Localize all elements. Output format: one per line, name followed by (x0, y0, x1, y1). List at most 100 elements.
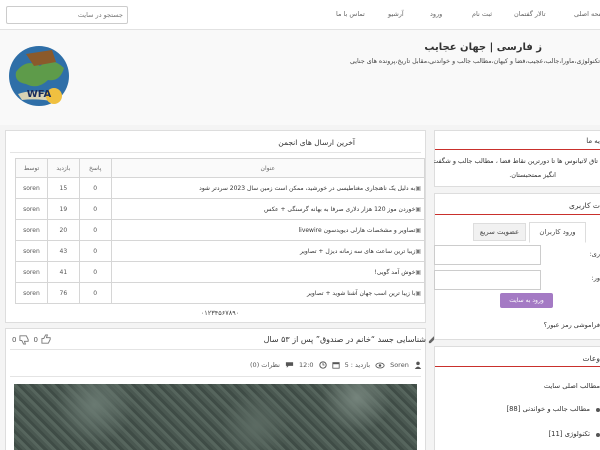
username-label: ری: (589, 250, 600, 258)
post-image[interactable] (14, 384, 417, 450)
table-row[interactable]: ▣ خوردن موز 120 هزار دلاری صرفا به بهانه… (15, 198, 426, 220)
clock-icon (318, 361, 327, 369)
column-header-views: بازدید (46, 158, 80, 178)
topic-icon: ▣ (415, 205, 421, 213)
topic-title-text[interactable]: با زیبا ترین اسب جهان آشنا شوید + تصاویر (307, 290, 415, 297)
category-item-main[interactable]: مطالب اصلی سایت (544, 382, 600, 390)
table-row[interactable]: ▣ خوش آمد گویی! 0 41 soren (15, 261, 426, 283)
site-tagline: تکنولوژی،ماورا،جالب،عجیب،فضا و کیهان،مطا… (350, 58, 600, 65)
column-header-title: عنوان (110, 158, 426, 178)
topic-title[interactable]: ▣ خوردن موز 120 هزار دلاری صرفا به بهانه… (110, 198, 426, 220)
post-title[interactable]: شناسایی جسد “خانم در صندوق” پس از ۵۳ سال (264, 335, 426, 344)
topic-title[interactable]: ▣ زیبا ترین ساعت های سه زمانه دیزل + تصا… (110, 240, 426, 262)
user-icon (414, 361, 422, 369)
site-header: WFA ز فارسی | جهان عجایب تکنولوژی،ماورا،… (0, 30, 600, 125)
topic-views: 76 (46, 282, 80, 304)
tab-register[interactable]: عضویت سریع (473, 223, 526, 241)
site-title[interactable]: ز فارسی | جهان عجایب (424, 42, 542, 53)
post-meta: نظرات (0) 12:0 بازدید : 5 Soren (250, 361, 422, 369)
top-navbar: تماس با ما آرشیو ورود ثبت نام تالار گفتم… (0, 0, 600, 30)
topic-title-text[interactable]: به دلیل یک ناهنجاری مغناطیسی در خورشید، … (199, 185, 415, 192)
pagination[interactable]: ۰۱۲۳۴۵۶۷۸۹۰ (15, 309, 425, 317)
thumbs-up-icon[interactable] (41, 334, 52, 345)
topic-views: 19 (46, 198, 80, 220)
category-item-technology[interactable]: تکنولوژی [11] (548, 430, 590, 438)
username-field[interactable] (434, 245, 541, 265)
nav-contact[interactable]: تماس با ما (336, 10, 365, 18)
post-time: 12:0 (298, 361, 314, 369)
logo-text: WFA (27, 89, 52, 100)
nav-forum[interactable]: تالار گفتمان (514, 10, 546, 18)
topic-author[interactable]: soren (15, 282, 48, 304)
eye-icon (375, 362, 385, 368)
search-box[interactable] (6, 6, 128, 24)
divider (10, 349, 421, 350)
bullet-icon (596, 433, 600, 437)
nav-login[interactable]: ورود (430, 10, 442, 18)
nav-archive[interactable]: آرشیو (388, 10, 404, 18)
topic-title[interactable]: ▣ خوش آمد گویی! (110, 261, 426, 283)
topic-replies: 0 (78, 282, 112, 304)
topic-replies: 0 (78, 198, 112, 220)
topic-title[interactable]: ▣ به دلیل یک ناهنجاری مغناطیسی در خورشید… (110, 177, 426, 199)
topic-replies: 0 (78, 240, 112, 262)
topic-author[interactable]: soren (15, 177, 48, 199)
title-underline (435, 366, 600, 367)
nav-home[interactable]: صفحه اصلی (574, 10, 600, 18)
site-logo[interactable]: WFA (4, 36, 74, 118)
topic-icon: ▣ (415, 247, 421, 255)
topic-title-text[interactable]: زیبا ترین ساعت های سه زمانه دیزل + تصاوی… (300, 248, 415, 255)
post-author[interactable]: Soren (390, 361, 409, 369)
divider (10, 376, 421, 377)
topic-title[interactable]: ▣ با زیبا ترین اسب جهان آشنا شوید + تصاو… (110, 282, 426, 304)
table-row[interactable]: ▣ به دلیل یک ناهنجاری مغناطیسی در خورشید… (15, 177, 426, 199)
table-header-row: عنوان پاسخ بازدید توسط (15, 158, 426, 178)
forgot-password-link[interactable]: فراموشی رمز عبور؟ (544, 321, 600, 329)
column-header-replies: پاسخ (78, 158, 112, 178)
user-account-box (434, 193, 600, 340)
topic-views: 20 (46, 219, 80, 241)
topic-views: 41 (46, 261, 80, 283)
tab-login[interactable]: ورود کاربران (529, 222, 586, 243)
user-account-title: ت کاربری (568, 201, 600, 210)
topic-views: 43 (46, 240, 80, 262)
post-rating: 0 0 (12, 334, 52, 345)
dislike-count: 0 (12, 335, 17, 344)
topic-author[interactable]: soren (15, 261, 48, 283)
topic-author[interactable]: soren (15, 240, 48, 262)
comments-icon (285, 362, 294, 368)
topic-title-text[interactable]: خوردن موز 120 هزار دلاری صرفا به بهانه گ… (264, 206, 415, 213)
table-row[interactable]: ▣ زیبا ترین ساعت های سه زمانه دیزل + تصا… (15, 240, 426, 262)
comments-count[interactable]: نظرات (0) (250, 361, 280, 369)
topic-author[interactable]: soren (15, 219, 48, 241)
divider (10, 152, 421, 153)
thumbs-down-icon[interactable] (19, 334, 30, 345)
about-text-line-2: انگیز ممتحبستان. (509, 171, 556, 179)
categories-title: وعات (582, 354, 600, 363)
bullet-icon (596, 408, 600, 412)
table-row[interactable]: ▣ تصاویر و مشخصات هارلی دیویدسون livewir… (15, 219, 426, 241)
title-underline (435, 149, 600, 150)
about-text-line-1: تاق لاتیانوس ها تا دورترین نقاط فضا ، مط… (434, 157, 598, 165)
nav-register[interactable]: ثبت نام (472, 10, 492, 18)
forum-panel-title: آخرین ارسال های انجمن (278, 138, 355, 147)
title-underline (435, 214, 600, 215)
topic-replies: 0 (78, 177, 112, 199)
topic-icon: ▣ (415, 268, 421, 276)
topic-icon: ▣ (415, 226, 421, 234)
post-views: بازدید : 5 (344, 361, 371, 369)
password-label: ور: (591, 274, 600, 282)
topic-icon: ▣ (415, 289, 421, 297)
password-field[interactable] (434, 270, 541, 290)
table-row[interactable]: ▣ با زیبا ترین اسب جهان آشنا شوید + تصاو… (15, 282, 426, 304)
login-button[interactable]: ورود به سایت (500, 293, 553, 308)
forum-table: عنوان پاسخ بازدید توسط ▣ به دلیل یک ناهن… (15, 158, 426, 304)
topic-title-text[interactable]: تصاویر و مشخصات هارلی دیویدسون livewire (298, 227, 415, 234)
category-item-interesting[interactable]: مطالب جالب و خواندنی [88] (506, 405, 590, 413)
search-input[interactable] (7, 7, 127, 23)
like-count: 0 (33, 335, 38, 344)
topic-author[interactable]: soren (15, 198, 48, 220)
column-header-author: توسط (15, 158, 48, 178)
topic-title-text[interactable]: خوش آمد گویی! (374, 269, 415, 276)
topic-title[interactable]: ▣ تصاویر و مشخصات هارلی دیویدسون livewir… (110, 219, 426, 241)
